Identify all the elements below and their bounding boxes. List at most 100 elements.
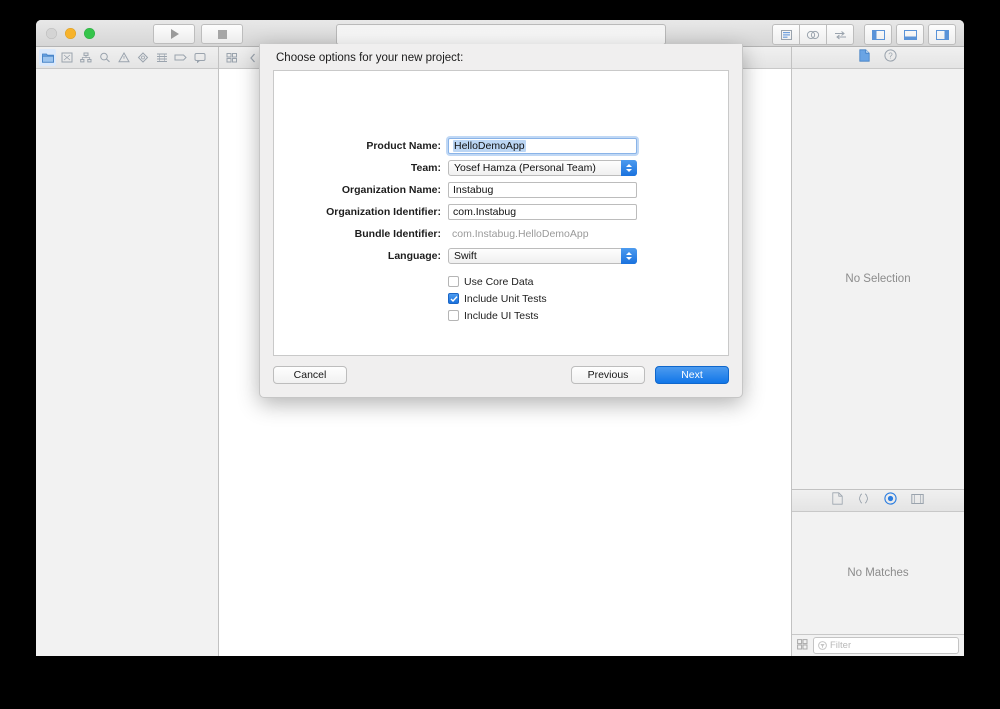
inspector-empty-label: No Selection	[845, 273, 911, 285]
traffic-lights	[46, 28, 95, 39]
toggle-navigator-button[interactable]	[864, 24, 892, 45]
hierarchy-icon	[79, 52, 92, 63]
organization-identifier-input[interactable]: com.Instabug	[448, 203, 637, 220]
object-library-icon	[884, 491, 897, 505]
checkmark-icon	[450, 295, 458, 302]
warning-triangle-icon	[117, 52, 130, 63]
organization-name-input[interactable]: Instabug	[448, 181, 637, 198]
bundle-identifier-label: Bundle Identifier:	[354, 227, 441, 240]
assistant-editor-icon	[806, 30, 820, 39]
toolbar-right-group	[772, 24, 956, 45]
library-tab-bar	[792, 490, 964, 512]
assistant-editor-button[interactable]	[800, 24, 827, 45]
filter-icon	[818, 641, 827, 650]
project-options-form: Product Name: HelloDemoApp Team: Yosef H…	[274, 137, 728, 326]
language-label: Language:	[387, 249, 441, 262]
sidebar-item-find-navigator[interactable]	[96, 49, 113, 66]
organization-identifier-value: com.Instabug	[453, 205, 517, 218]
file-template-icon	[832, 491, 843, 505]
breakpoint-icon	[174, 54, 187, 61]
sidebar-item-issue-navigator[interactable]	[115, 49, 132, 66]
zoom-button[interactable]	[84, 28, 95, 39]
sheet-title: Choose options for your new project:	[276, 52, 464, 64]
product-name-input[interactable]: HelloDemoApp	[448, 137, 637, 154]
minimize-button[interactable]	[65, 28, 76, 39]
library-empty-label: No Matches	[847, 567, 909, 579]
chevron-left-icon	[249, 53, 255, 62]
use-core-data-checkbox[interactable]	[448, 276, 459, 287]
checkbox-row-use-core-data[interactable]: Use Core Data	[448, 275, 728, 288]
sidebar-item-report-navigator[interactable]	[191, 49, 208, 66]
folder-icon	[41, 53, 54, 63]
standard-editor-icon	[780, 29, 792, 40]
form-row-organization-name: Organization Name: Instabug	[274, 181, 728, 198]
project-options-checkboxes: Use Core Data Include Unit Tests Include…	[274, 275, 728, 322]
run-button[interactable]	[153, 24, 195, 44]
library-filter-placeholder: Filter	[830, 640, 852, 651]
inspector-empty-state: No Selection	[792, 69, 964, 490]
tab-media-library[interactable]	[911, 492, 924, 510]
checkbox-row-include-ui-tests[interactable]: Include UI Tests	[448, 309, 728, 322]
include-unit-tests-label: Include Unit Tests	[464, 292, 547, 305]
version-editor-button[interactable]	[827, 24, 854, 45]
media-library-icon	[911, 493, 924, 504]
sidebar-item-source-control-navigator[interactable]	[58, 49, 75, 66]
include-ui-tests-checkbox[interactable]	[448, 310, 459, 321]
tab-quick-help-inspector[interactable]: ?	[884, 48, 897, 67]
form-row-team: Team: Yosef Hamza (Personal Team)	[274, 159, 728, 176]
navigator-tab-bar	[36, 47, 218, 69]
sidebar-item-symbol-navigator[interactable]	[77, 49, 94, 66]
organization-name-label: Organization Name:	[341, 183, 441, 196]
related-items-icon	[226, 53, 237, 63]
tab-object-library[interactable]	[884, 491, 897, 510]
stop-icon	[217, 29, 227, 39]
use-core-data-label: Use Core Data	[464, 275, 534, 288]
svg-text:?: ?	[888, 51, 893, 60]
library-view-mode-button[interactable]	[797, 637, 808, 655]
debug-bars-icon	[156, 53, 167, 62]
editor-mode-group	[772, 24, 854, 45]
bundle-identifier-value: com.Instabug.HelloDemoApp	[452, 227, 589, 240]
language-popup-button[interactable]: Swift	[448, 247, 637, 264]
tab-file-template-library[interactable]	[832, 491, 843, 510]
sheet-footer: Cancel Previous Next	[260, 356, 742, 397]
close-button[interactable]	[46, 28, 57, 39]
source-control-icon	[61, 52, 72, 63]
sidebar-item-debug-navigator[interactable]	[153, 49, 170, 66]
sidebar-item-test-navigator[interactable]	[134, 49, 151, 66]
play-icon	[171, 29, 179, 39]
include-ui-tests-label: Include UI Tests	[464, 309, 539, 322]
include-unit-tests-checkbox[interactable]	[448, 293, 459, 304]
tab-code-snippet-library[interactable]	[857, 492, 870, 510]
library-filter-field[interactable]: Filter	[813, 637, 959, 654]
navigator-content[interactable]	[36, 69, 218, 656]
previous-button[interactable]: Previous	[571, 366, 645, 384]
checkbox-row-include-unit-tests[interactable]: Include Unit Tests	[448, 292, 728, 305]
form-row-product-name: Product Name: HelloDemoApp	[274, 137, 728, 154]
grid-view-icon	[797, 638, 808, 649]
run-controls	[153, 24, 243, 44]
toggle-debug-area-button[interactable]	[896, 24, 924, 45]
code-snippet-icon	[858, 493, 869, 503]
related-items-button[interactable]	[223, 49, 240, 66]
toggle-utilities-button[interactable]	[928, 24, 956, 45]
next-button[interactable]: Next	[655, 366, 729, 384]
tab-file-inspector[interactable]	[859, 48, 870, 67]
report-bubble-icon	[194, 53, 205, 63]
standard-editor-button[interactable]	[772, 24, 800, 45]
activity-view	[336, 24, 666, 45]
cancel-button[interactable]: Cancel	[273, 366, 347, 384]
sidebar-item-breakpoint-navigator[interactable]	[172, 49, 189, 66]
stop-button[interactable]	[201, 24, 243, 44]
sheet-content-box: Product Name: HelloDemoApp Team: Yosef H…	[273, 70, 729, 356]
help-inspector-icon: ?	[884, 48, 897, 62]
form-row-language: Language: Swift	[274, 247, 728, 264]
search-icon	[99, 52, 110, 63]
organization-identifier-label: Organization Identifier:	[326, 205, 441, 218]
version-editor-icon	[834, 30, 846, 39]
file-inspector-icon	[859, 48, 870, 62]
team-popup-button[interactable]: Yosef Hamza (Personal Team)	[448, 159, 637, 176]
language-value: Swift	[454, 249, 477, 262]
product-name-value: HelloDemoApp	[453, 139, 526, 152]
sidebar-item-project-navigator[interactable]	[39, 49, 56, 66]
